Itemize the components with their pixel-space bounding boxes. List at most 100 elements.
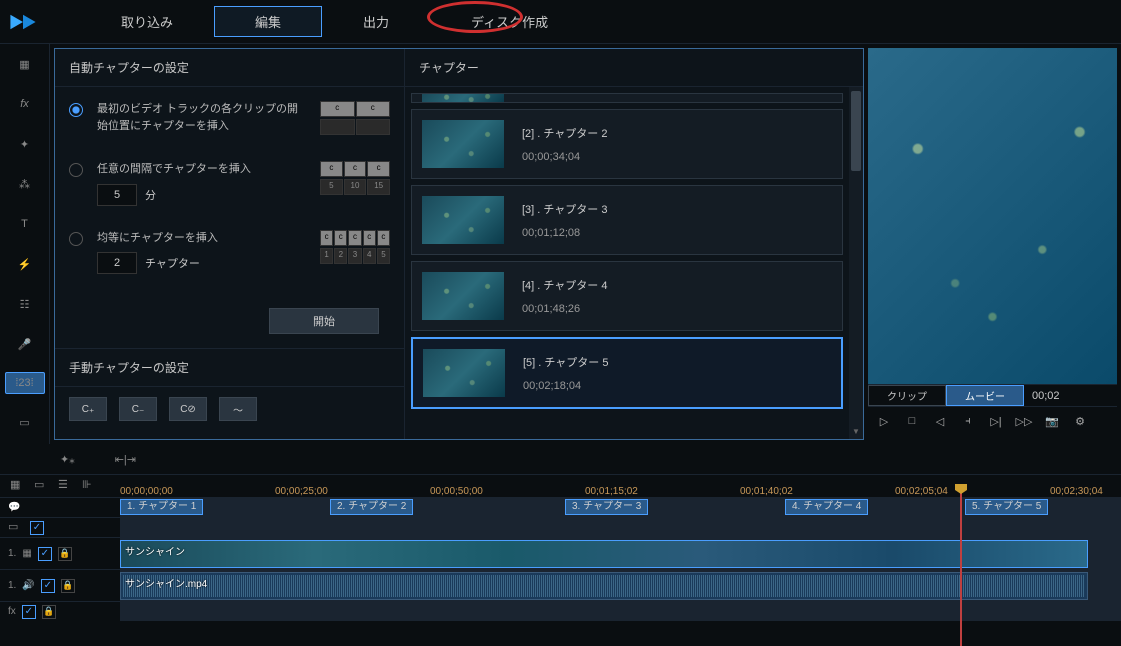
tab-disc-create[interactable]: ディスク作成 [430, 6, 589, 37]
chapter-track-content[interactable]: 1. チャプター 1 2. チャプター 2 3. チャプター 3 4. チャプター 4… [120, 498, 1121, 517]
audio-lock-icon[interactable]: 🔒 [61, 579, 75, 593]
marker-track-content[interactable] [120, 518, 1121, 537]
chapter-item[interactable]: [3] . チャプター 3 00;01;12;08 [411, 185, 843, 255]
fast-fwd-button[interactable]: ▷▷ [1016, 413, 1032, 429]
fx-track-label: fx [8, 606, 16, 617]
chapter-thumbnail [422, 196, 504, 244]
radio-each-clip[interactable] [69, 103, 83, 117]
interval-unit: 分 [145, 187, 156, 203]
chapter-scrollbar[interactable]: ▲ ▼ [849, 87, 863, 439]
ruler-tick: 00;01;15;02 [585, 486, 638, 497]
tl-markers-icon[interactable]: ⊪ [82, 478, 98, 494]
audio-visible-check[interactable]: ✓ [41, 579, 55, 593]
preview-tab-clip[interactable]: クリップ [868, 385, 946, 406]
title-icon[interactable]: T [13, 212, 37, 236]
chapter-item[interactable]: [4] . チャプター 4 00;01;48;26 [411, 261, 843, 331]
auto-header: 自動チャプターの設定 [55, 49, 404, 87]
top-bar: 取り込み 編集 出力 ディスク作成 [0, 0, 1121, 44]
step-back-button[interactable]: ⫞ [960, 413, 976, 429]
preview-tab-movie[interactable]: ムービー [946, 385, 1024, 406]
chapter-thumbnail [423, 349, 505, 397]
interval-input[interactable] [97, 184, 137, 206]
add-chapter-button[interactable]: C₊ [69, 397, 107, 421]
chapter-room-icon[interactable]: ⁞23⁞ [5, 372, 45, 394]
chapter-marker[interactable]: 4. チャプター 4 [785, 499, 868, 515]
fx-visible-check[interactable]: ✓ [22, 605, 36, 619]
preview-video[interactable] [868, 48, 1117, 384]
chapter-marker[interactable]: 2. チャプター 2 [330, 499, 413, 515]
radio-each-clip-label: 最初のビデオ トラックの各クリップの開始位置にチャプターを挿入 [97, 101, 306, 134]
tl-view-icon[interactable]: ▦ [10, 478, 26, 494]
strip-preview-2: ccc 51015 [320, 161, 390, 197]
fx-lock-icon[interactable]: 🔒 [42, 605, 56, 619]
chapter-marker[interactable]: 5. チャプター 5 [965, 499, 1048, 515]
chapter-marker[interactable]: 1. チャプター 1 [120, 499, 203, 515]
start-button[interactable]: 開始 [269, 308, 379, 334]
tab-edit[interactable]: 編集 [214, 6, 322, 37]
speaker-icon: 🔊 [22, 580, 34, 591]
audio-waveform [123, 575, 1085, 597]
particle-icon[interactable]: ⁂ [13, 172, 37, 196]
thumbnail-button[interactable]: 〜 [219, 397, 257, 421]
pip-icon[interactable]: ✦ [13, 132, 37, 156]
chapter-track: 💬 1. チャプター 12. チャプター 23. チャプター 34. チャプター… [0, 497, 1121, 517]
manual-header: 手動チャプターの設定 [55, 348, 404, 387]
fx-track-content[interactable] [120, 602, 1121, 621]
chapter-marker[interactable]: 3. チャプター 3 [565, 499, 648, 515]
ruler-tick: 00;00;50;00 [430, 486, 483, 497]
radio-interval[interactable] [69, 163, 83, 177]
transition-icon[interactable]: ⚡ [13, 252, 37, 276]
video-lock-icon[interactable]: 🔒 [58, 547, 72, 561]
tl-view2-icon[interactable]: ▭ [34, 478, 50, 494]
chapter-list-column: チャプター [2] . チャプター 200;00;34;04[3] . チャプタ… [405, 49, 863, 439]
tab-import[interactable]: 取り込み [80, 6, 214, 37]
video-track-content[interactable]: サンシャイン [120, 538, 1121, 569]
fx-icon[interactable]: fx [13, 92, 37, 116]
chapter-panel: 自動チャプターの設定 最初のビデオ トラックの各クリップの開始位置にチャプターを… [54, 48, 864, 440]
playhead[interactable] [960, 486, 962, 646]
scroll-down-icon[interactable]: ▼ [851, 427, 861, 437]
chapter-item[interactable]: [5] . チャプター 500;02;18;04 [411, 337, 843, 409]
scroll-thumb[interactable] [851, 91, 861, 171]
timeline: ▦ ▭ ☰ ⊪ 00;00;00;0000;00;25;0000;00;50;0… [0, 474, 1121, 621]
audio-clip-label: サンシャイン.mp4 [125, 575, 207, 590]
subtitle-icon[interactable]: ▭ [13, 410, 37, 434]
tl-tracks-icon[interactable]: ☰ [58, 478, 74, 494]
even-input[interactable] [97, 252, 137, 274]
chapter-title: [4] . チャプター 4 [522, 277, 607, 293]
magnet-icon[interactable]: ✦⁎ [60, 453, 75, 466]
audio-clip[interactable]: サンシャイン.mp4 [120, 572, 1088, 600]
fx-track: fx ✓ 🔒 [0, 601, 1121, 621]
highlight-annotation [427, 1, 523, 33]
step-fwd-button[interactable]: ▷| [988, 413, 1004, 429]
prev-frame-button[interactable]: ◁ [932, 413, 948, 429]
audio-mix-icon[interactable]: ☷ [13, 292, 37, 316]
track-visible-check[interactable]: ✓ [30, 521, 44, 535]
side-toolbar: ▦ fx ✦ ⁂ T ⚡ ☷ 🎤 ⁞23⁞ ▭ [0, 44, 50, 444]
chapter-timecode: 00;01;12;08 [522, 227, 607, 239]
chapter-title: [3] . チャプター 3 [522, 201, 607, 217]
strip-preview-1: cc [320, 101, 390, 137]
video-clip[interactable]: サンシャイン [120, 540, 1088, 568]
voice-icon[interactable]: 🎤 [13, 332, 37, 356]
remove-chapter-button[interactable]: C₋ [119, 397, 157, 421]
chapter-timecode: 00;02;18;04 [523, 380, 608, 392]
audio-track-content[interactable]: サンシャイン.mp4 [120, 570, 1121, 601]
video-visible-check[interactable]: ✓ [38, 547, 52, 561]
main-tabs: 取り込み 編集 出力 ディスク作成 [80, 6, 589, 37]
media-room-icon[interactable]: ▦ [13, 52, 37, 76]
tab-output[interactable]: 出力 [322, 6, 430, 37]
chapter-thumbnail [422, 120, 504, 168]
play-button[interactable]: ▷ [876, 413, 892, 429]
settings-icon[interactable]: ⚙ [1072, 413, 1088, 429]
remove-all-button[interactable]: C⊘ [169, 397, 207, 421]
radio-even[interactable] [69, 232, 83, 246]
strip-preview-3: ccccc 12345 [320, 230, 390, 266]
stop-button[interactable]: □ [904, 413, 920, 429]
chapter-item[interactable]: [2] . チャプター 200;00;34;04 [411, 109, 843, 179]
ruler-tick: 00;02;30;04 [1050, 486, 1103, 497]
snapshot-button[interactable]: 📷 [1044, 413, 1060, 429]
split-icon[interactable]: ⇤|⇥ [115, 453, 136, 466]
chapter-list[interactable]: [2] . チャプター 200;00;34;04 [3] . チャプター 3 00;… [405, 87, 849, 439]
chapter-timecode: 00;01;48;26 [522, 303, 607, 315]
